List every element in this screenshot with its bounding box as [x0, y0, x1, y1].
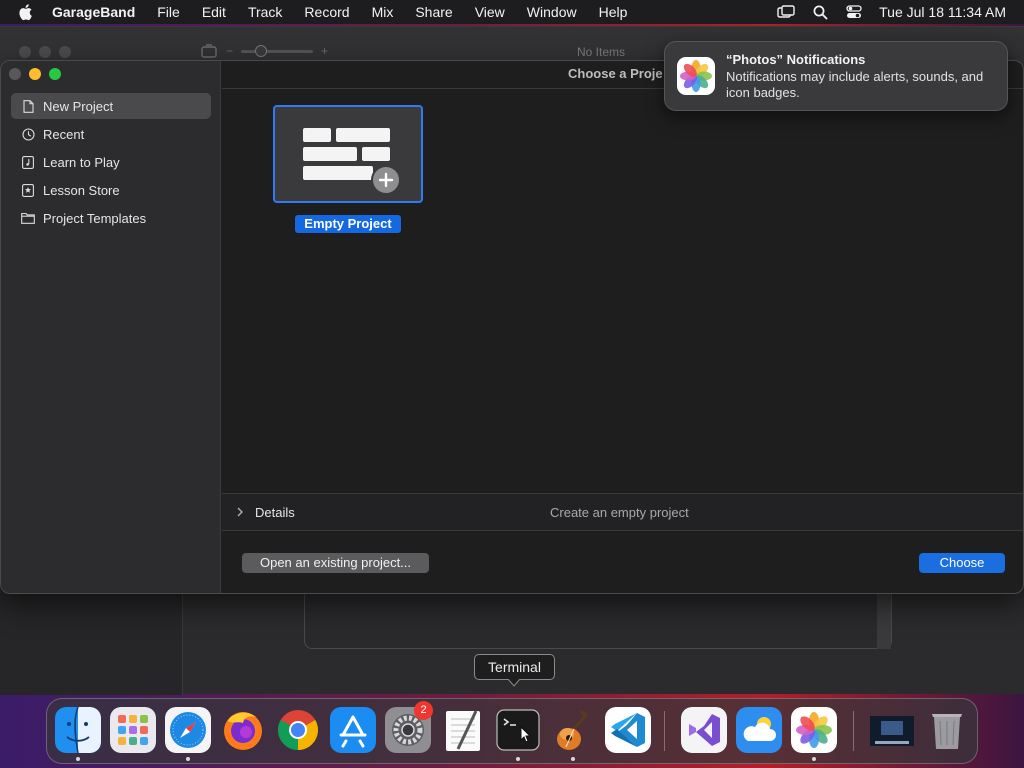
details-description: Create an empty project: [550, 505, 689, 520]
document-icon: [21, 99, 35, 113]
dock-tooltip: Terminal: [474, 654, 555, 680]
dock: [46, 698, 978, 764]
sidebar-item-new-project[interactable]: New Project: [11, 93, 211, 119]
menu-mix[interactable]: Mix: [361, 0, 405, 24]
zoom-knob[interactable]: [255, 44, 268, 57]
running-indicator: [76, 757, 80, 761]
bottom-panel-scrollbar[interactable]: [877, 587, 891, 649]
sidebar-item-learn-to-play[interactable]: Learn to Play: [11, 149, 211, 175]
zoom-track[interactable]: [241, 44, 314, 57]
main-zoom-button[interactable]: [59, 46, 71, 58]
chooser-traffic-lights: [9, 68, 61, 80]
firefox-icon[interactable]: [220, 707, 266, 753]
menu-help[interactable]: Help: [588, 0, 639, 24]
star-icon: [21, 183, 35, 197]
apple-menu-icon[interactable]: [0, 0, 52, 24]
dock-separator: [853, 711, 854, 751]
tooltip-tail: [508, 679, 520, 687]
sidebar-item-recent[interactable]: Recent: [11, 121, 211, 147]
main-window-traffic-lights: [19, 46, 71, 58]
sidebar-item-project-templates[interactable]: Project Templates: [11, 205, 211, 231]
menu-file[interactable]: File: [146, 0, 191, 24]
running-indicator: [186, 757, 190, 761]
chooser-title: Choose a Proje: [568, 66, 663, 81]
empty-project-label[interactable]: Empty Project: [295, 215, 401, 233]
chooser-close-button[interactable]: [9, 68, 21, 80]
photos-notification[interactable]: “Photos” Notifications Notifications may…: [664, 41, 1008, 111]
app-store-icon[interactable]: [330, 707, 376, 753]
notification-title: “Photos” Notifications: [726, 52, 866, 67]
textedit-icon[interactable]: [440, 707, 486, 753]
control-center-icon[interactable]: [837, 0, 871, 24]
desktop-thumbnail-icon[interactable]: [869, 707, 915, 753]
terminal-icon[interactable]: [495, 707, 541, 753]
sidebar-item-label: Lesson Store: [43, 182, 120, 198]
menu-app-name[interactable]: GarageBand: [52, 0, 146, 24]
settings-badge: 2: [414, 701, 433, 720]
main-close-button[interactable]: [19, 46, 31, 58]
details-disclosure[interactable]: Details Create an empty project: [222, 493, 1023, 531]
project-sidebar: New Project Recent Learn to Play Lesson …: [1, 61, 221, 593]
open-existing-project-button[interactable]: Open an existing project...: [242, 553, 429, 573]
music-note-icon: [21, 155, 35, 169]
finder-icon[interactable]: [55, 707, 101, 753]
menu-edit[interactable]: Edit: [191, 0, 237, 24]
notification-body: Notifications may include alerts, sounds…: [726, 69, 984, 100]
search-icon[interactable]: [803, 0, 837, 24]
chrome-icon[interactable]: [275, 707, 321, 753]
photos-icon[interactable]: [791, 707, 837, 753]
vscode-icon[interactable]: [605, 707, 651, 753]
safari-icon[interactable]: [165, 707, 211, 753]
menu-bar: GarageBand File Edit Track Record Mix Sh…: [0, 0, 1024, 24]
sidebar-item-label: Recent: [43, 126, 85, 142]
dock-separator: [664, 711, 665, 751]
menu-track[interactable]: Track: [237, 0, 293, 24]
sidebar-item-label: Project Templates: [43, 210, 147, 226]
visual-studio-icon[interactable]: [681, 707, 727, 753]
details-label[interactable]: Details: [255, 505, 295, 520]
menu-share[interactable]: Share: [404, 0, 463, 24]
zoom-out-icon[interactable]: −: [226, 44, 233, 58]
main-minimize-button[interactable]: [39, 46, 51, 58]
choose-button[interactable]: Choose: [919, 553, 1005, 573]
folder-icon: [21, 211, 35, 225]
menu-clock[interactable]: Tue Jul 18 11:34 AM: [871, 4, 1024, 20]
menu-window[interactable]: Window: [516, 0, 588, 24]
weather-icon[interactable]: [736, 707, 782, 753]
clock-icon: [21, 127, 35, 141]
plus-icon: [371, 165, 401, 195]
no-items-label: No Items: [577, 45, 626, 59]
chooser-minimize-button[interactable]: [29, 68, 41, 80]
sidebar-item-label: Learn to Play: [43, 154, 120, 170]
sidebar-item-label: New Project: [43, 98, 114, 114]
screen-mirroring-icon[interactable]: [769, 0, 803, 24]
garageband-icon[interactable]: [550, 707, 596, 753]
sidebar-list: New Project Recent Learn to Play Lesson …: [11, 93, 211, 233]
chooser-zoom-button[interactable]: [49, 68, 61, 80]
zoom-in-icon[interactable]: +: [321, 44, 328, 58]
empty-project-tile[interactable]: [273, 105, 423, 203]
menu-record[interactable]: Record: [293, 0, 360, 24]
chevron-right-icon[interactable]: [234, 504, 246, 520]
running-indicator: [571, 757, 575, 761]
running-indicator: [516, 757, 520, 761]
launchpad-icon[interactable]: [110, 707, 156, 753]
trash-icon[interactable]: [924, 707, 970, 753]
menu-view[interactable]: View: [464, 0, 516, 24]
project-chooser-window: New Project Recent Learn to Play Lesson …: [0, 60, 1024, 594]
status-area: Tue Jul 18 11:34 AM: [769, 0, 1024, 24]
main-window-bottom-panel: [304, 587, 892, 649]
sidebar-item-lesson-store[interactable]: Lesson Store: [11, 177, 211, 203]
library-icon[interactable]: [200, 43, 218, 59]
running-indicator: [812, 757, 816, 761]
photos-app-icon: [677, 57, 715, 95]
zoom-slider[interactable]: − +: [200, 43, 328, 59]
